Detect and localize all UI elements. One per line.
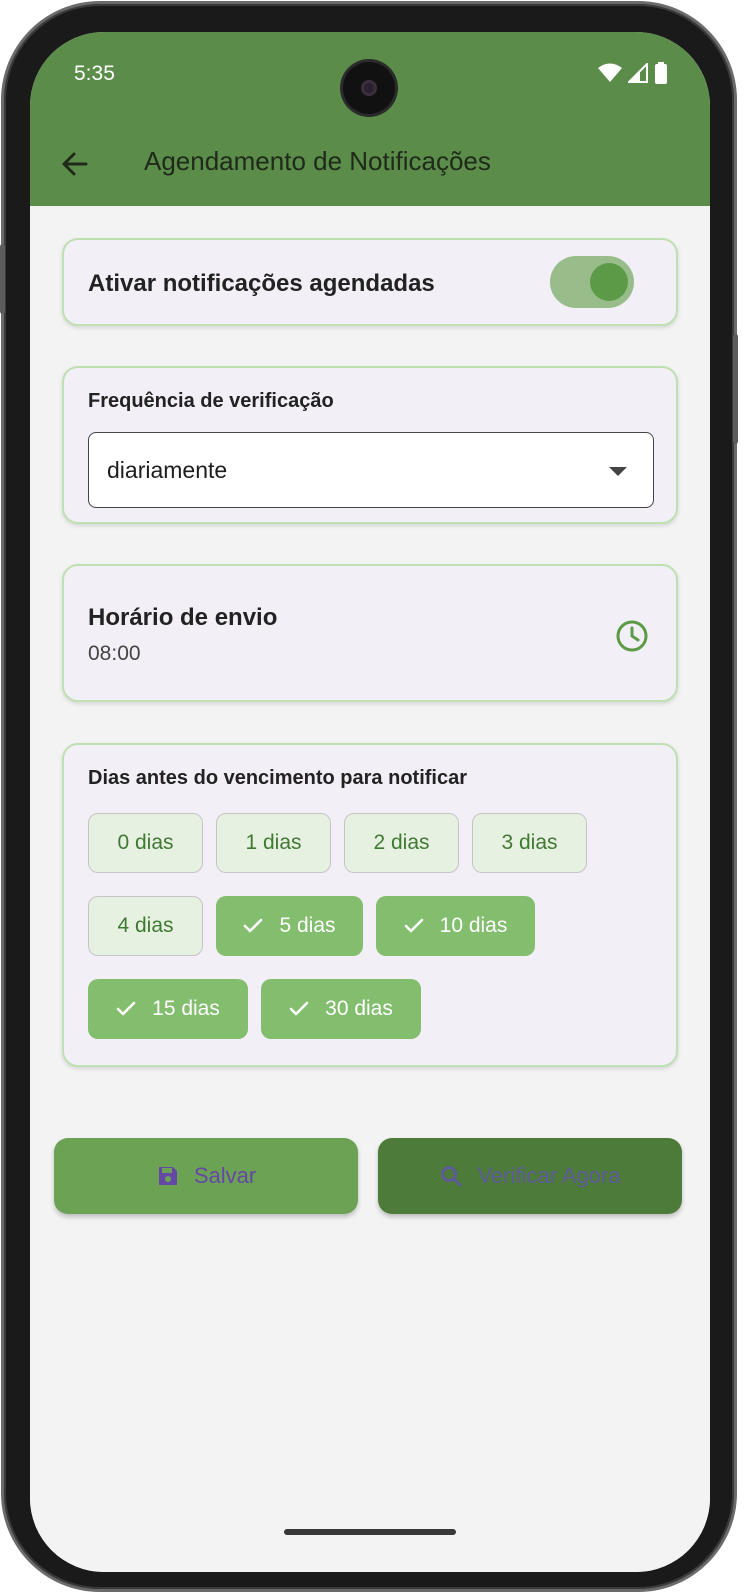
send-time-value: 08:00 (88, 642, 141, 665)
wifi-icon (598, 63, 622, 82)
chip-1-dias[interactable]: 1 dias (216, 813, 331, 873)
battery-icon (655, 62, 667, 84)
frequency-selected-value: diariamente (107, 457, 228, 483)
verify-now-button[interactable]: Verificar Agora (378, 1138, 682, 1214)
save-button-label: Salvar (193, 1163, 257, 1188)
app-bar: Agendamento de Notificações (30, 122, 710, 206)
status-time: 5:35 (74, 62, 115, 85)
chip-label: 5 dias (279, 914, 336, 937)
side-button (0, 244, 5, 314)
check-icon (243, 918, 263, 934)
chip-10-dias[interactable]: 10 dias (376, 896, 535, 956)
chip-label: 2 dias (373, 831, 430, 854)
chip-label: 0 dias (117, 831, 174, 854)
status-icons (598, 62, 668, 84)
save-button[interactable]: Salvar (54, 1138, 358, 1214)
phone-frame: 5:35 Agendamento de Notificações Ativar … (0, 4, 738, 1589)
frequency-dropdown[interactable]: diariamente (88, 432, 654, 508)
chip-3-dias[interactable]: 3 dias (472, 813, 587, 873)
clock-icon[interactable] (614, 618, 650, 654)
chip-label: 4 dias (117, 914, 174, 937)
search-icon (441, 1166, 462, 1187)
enable-notifications-toggle[interactable] (550, 256, 634, 308)
days-before-label: Dias antes do vencimento para notificar (88, 767, 467, 789)
dropdown-arrow-icon (609, 467, 627, 476)
check-icon (116, 1001, 136, 1017)
arrow-left-icon (62, 152, 88, 176)
chip-label: 30 dias (325, 997, 393, 1020)
enable-notifications-card: Ativar notificações agendadas (62, 238, 678, 326)
main-content: Ativar notificações agendadas Frequência… (30, 206, 710, 1572)
back-button[interactable] (56, 144, 96, 184)
days-before-card: Dias antes do vencimento para notificar … (62, 743, 678, 1067)
chip-0-dias[interactable]: 0 dias (88, 813, 203, 873)
chip-30-dias[interactable]: 30 dias (261, 979, 421, 1039)
chip-label: 3 dias (501, 831, 558, 854)
home-indicator[interactable] (284, 1529, 456, 1535)
frequency-card: Frequência de verificação diariamente (62, 366, 678, 524)
side-button (733, 334, 738, 444)
chip-4-dias[interactable]: 4 dias (88, 896, 203, 956)
save-icon (158, 1167, 177, 1185)
screen: 5:35 Agendamento de Notificações Ativar … (30, 32, 710, 1572)
check-icon (404, 918, 424, 934)
enable-notifications-label: Ativar notificações agendadas (88, 270, 435, 297)
chip-label: 15 dias (152, 997, 220, 1020)
check-icon (289, 1001, 309, 1017)
chip-15-dias[interactable]: 15 dias (88, 979, 248, 1039)
status-bar: 5:35 (30, 32, 710, 122)
chip-label: 1 dias (245, 831, 302, 854)
verify-now-button-label: Verificar Agora (477, 1163, 621, 1188)
send-time-card[interactable]: Horário de envio 08:00 (62, 564, 678, 702)
frequency-label: Frequência de verificação (88, 390, 334, 412)
send-time-label: Horário de envio (88, 604, 278, 631)
toggle-thumb (590, 263, 628, 301)
signal-icon (628, 63, 648, 83)
chip-2-dias[interactable]: 2 dias (344, 813, 459, 873)
chip-5-dias[interactable]: 5 dias (216, 896, 363, 956)
front-camera (343, 62, 395, 114)
chip-label: 10 dias (439, 914, 508, 937)
page-title: Agendamento de Notificações (144, 146, 491, 176)
